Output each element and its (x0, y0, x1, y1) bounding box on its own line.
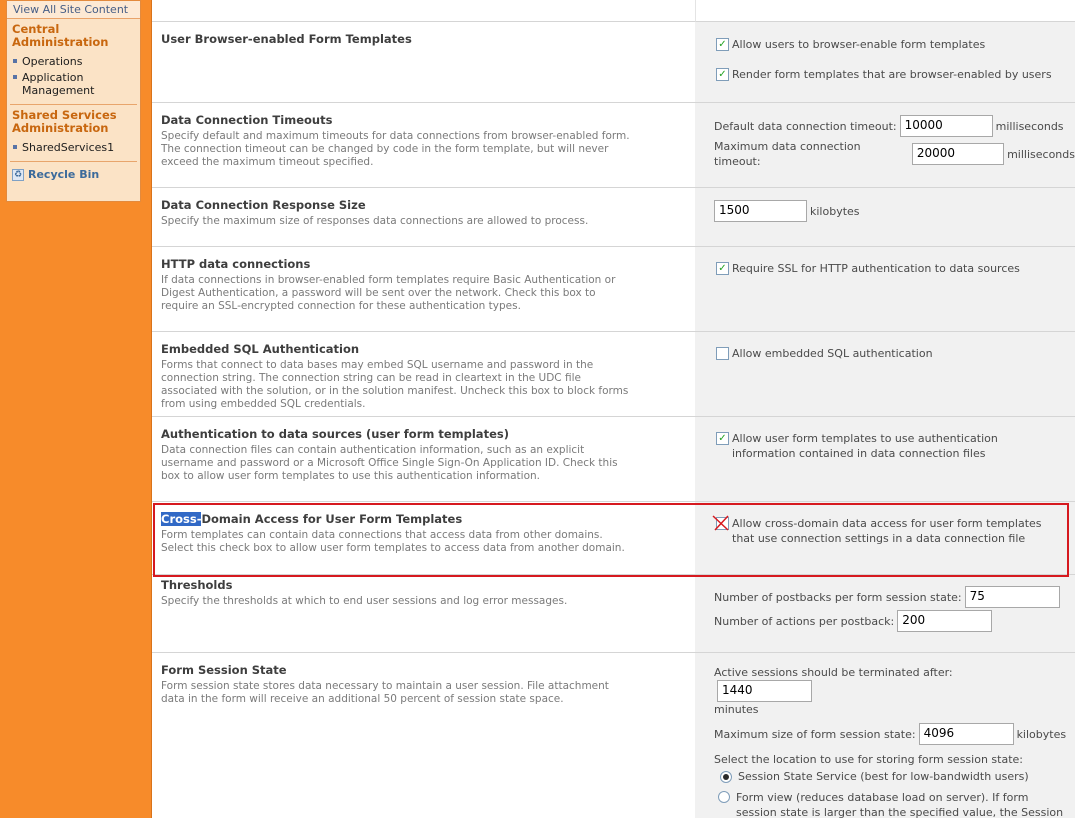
checkbox-auth-info[interactable]: ✓ (716, 432, 729, 445)
checkbox-allow-browser-enable[interactable]: ✓ (716, 38, 729, 51)
recycle-bin-link[interactable]: ♻ Recycle Bin (7, 162, 140, 187)
max-timeout-label: Maximum data connection timeout: (714, 140, 861, 168)
section-embedded-sql: Embedded SQL Authentication Forms that c… (152, 332, 1075, 417)
section-description: Form session state stores data necessary… (161, 680, 609, 705)
unit-label: milliseconds (995, 119, 1064, 133)
section-response-size: Data Connection Response Size Specify th… (152, 188, 1075, 247)
section-http: HTTP data connections If data connection… (152, 247, 1075, 332)
active-sessions-label: Active sessions should be terminated aft… (714, 666, 953, 679)
top-border (152, 0, 1075, 22)
central-administration-list: Operations Application Management (7, 51, 140, 104)
embedded-sql-option[interactable]: Allow embedded SQL authentication (714, 346, 1075, 361)
annotation-x-mark-icon (712, 515, 729, 531)
section-description: Specify the maximum size of responses da… (161, 215, 589, 227)
render-browser-enabled-option[interactable]: ✓ Render form templates that are browser… (714, 67, 1075, 82)
nav-item-sharedservices1[interactable]: SharedServices1 (7, 141, 140, 154)
cross-domain-option[interactable]: Allow cross-domain data access for user … (714, 516, 1054, 546)
section-title: User Browser-enabled Form Templates (161, 32, 412, 46)
checkbox-require-ssl[interactable]: ✓ (716, 262, 729, 275)
max-size-label: Maximum size of form session state: (714, 727, 916, 741)
require-ssl-option[interactable]: ✓ Require SSL for HTTP authentication to… (714, 261, 1075, 276)
section-title: Cross-Domain Access for User Form Templa… (161, 512, 463, 526)
unit-label: milliseconds (1007, 147, 1075, 161)
auth-info-option[interactable]: ✓ Allow user form templates to use authe… (714, 431, 1044, 461)
browser-enable-option[interactable]: ✓ Allow users to browser-enable form tem… (714, 37, 1075, 52)
unit-label: kilobytes (1016, 727, 1067, 741)
default-timeout-input[interactable]: 10000 (899, 115, 993, 137)
section-description: Forms that connect to data bases may emb… (161, 359, 629, 410)
section-title: Form Session State (161, 663, 287, 677)
section-title: Embedded SQL Authentication (161, 342, 360, 356)
radio-session-state-service[interactable]: Session State Service (best for low-band… (714, 769, 1075, 784)
central-administration-heading[interactable]: Central Administration (7, 19, 140, 51)
section-description: Specify the thresholds at which to end u… (161, 595, 568, 607)
settings-form: User Browser-enabled Form Templates ✓ Al… (152, 0, 1075, 818)
radio-form-view[interactable]: Form view (reduces database load on serv… (714, 790, 1069, 818)
actions-label: Number of actions per postback: (714, 614, 895, 628)
max-timeout-input[interactable]: 20000 (911, 143, 1005, 165)
nav-item-application-management[interactable]: Application Management (7, 71, 140, 97)
section-description: Form templates can contain data connecti… (161, 529, 625, 554)
section-thresholds: Thresholds Specify the thresholds at whi… (152, 575, 1075, 653)
location-label: Select the location to use for storing f… (714, 753, 1023, 766)
radio-button[interactable] (720, 770, 732, 783)
section-title: HTTP data connections (161, 257, 311, 271)
section-title: Thresholds (161, 578, 233, 592)
minutes-label: minutes (714, 703, 759, 716)
section-session-state: Form Session State Form session state st… (152, 653, 1075, 818)
nav-item-operations[interactable]: Operations (7, 55, 140, 68)
section-cross-domain: Cross-Domain Access for User Form Templa… (152, 502, 1075, 575)
quick-launch: View All Site Content Central Administra… (6, 0, 141, 202)
checkbox-render-browser-enabled[interactable]: ✓ (716, 68, 729, 81)
response-size-input[interactable]: 1500 (714, 200, 807, 222)
shared-services-list: SharedServices1 (7, 137, 140, 161)
postbacks-input[interactable]: 75 (964, 586, 1060, 608)
default-timeout-label: Default data connection timeout: (714, 119, 897, 133)
view-all-site-content-link[interactable]: View All Site Content (7, 1, 140, 19)
section-auth-data-sources: Authentication to data sources (user for… (152, 417, 1075, 502)
left-navigation: View All Site Content Central Administra… (0, 0, 152, 818)
recycle-bin-icon: ♻ (12, 168, 24, 181)
unit-label: kilobytes (810, 204, 860, 218)
actions-input[interactable]: 200 (897, 610, 993, 632)
selected-text: Cross- (161, 512, 202, 526)
section-title: Data Connection Response Size (161, 198, 366, 212)
active-sessions-input[interactable]: 1440 (717, 680, 812, 702)
section-title: Data Connection Timeouts (161, 113, 333, 127)
checkbox-embedded-sql[interactable] (716, 347, 729, 360)
postbacks-label: Number of postbacks per form session sta… (714, 590, 962, 604)
recycle-bin-label: Recycle Bin (28, 168, 100, 181)
max-size-input[interactable]: 4096 (918, 723, 1014, 745)
section-title: Authentication to data sources (user for… (161, 427, 509, 441)
section-description: Specify default and maximum timeouts for… (161, 130, 630, 168)
shared-services-heading[interactable]: Shared Services Administration (7, 105, 140, 137)
section-description: If data connections in browser-enabled f… (161, 274, 616, 312)
section-timeouts: Data Connection Timeouts Specify default… (152, 103, 1075, 188)
section-browser-enabled: User Browser-enabled Form Templates ✓ Al… (152, 22, 1075, 103)
radio-button[interactable] (718, 791, 730, 803)
section-description: Data connection files can contain authen… (161, 444, 618, 482)
